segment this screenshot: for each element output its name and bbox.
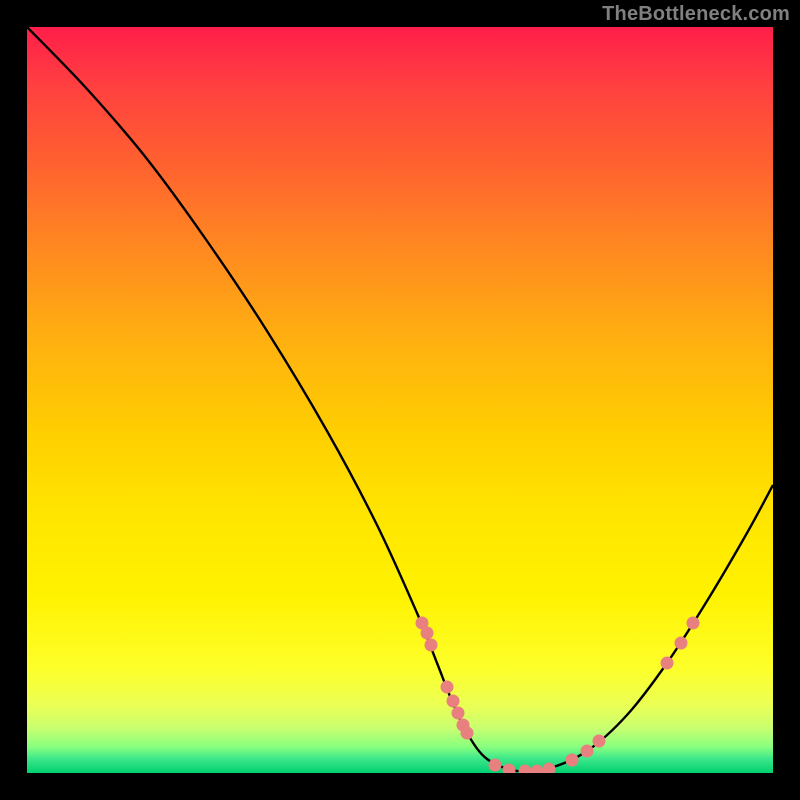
chart-plot-area (27, 27, 773, 773)
watermark-text: TheBottleneck.com (602, 3, 790, 26)
